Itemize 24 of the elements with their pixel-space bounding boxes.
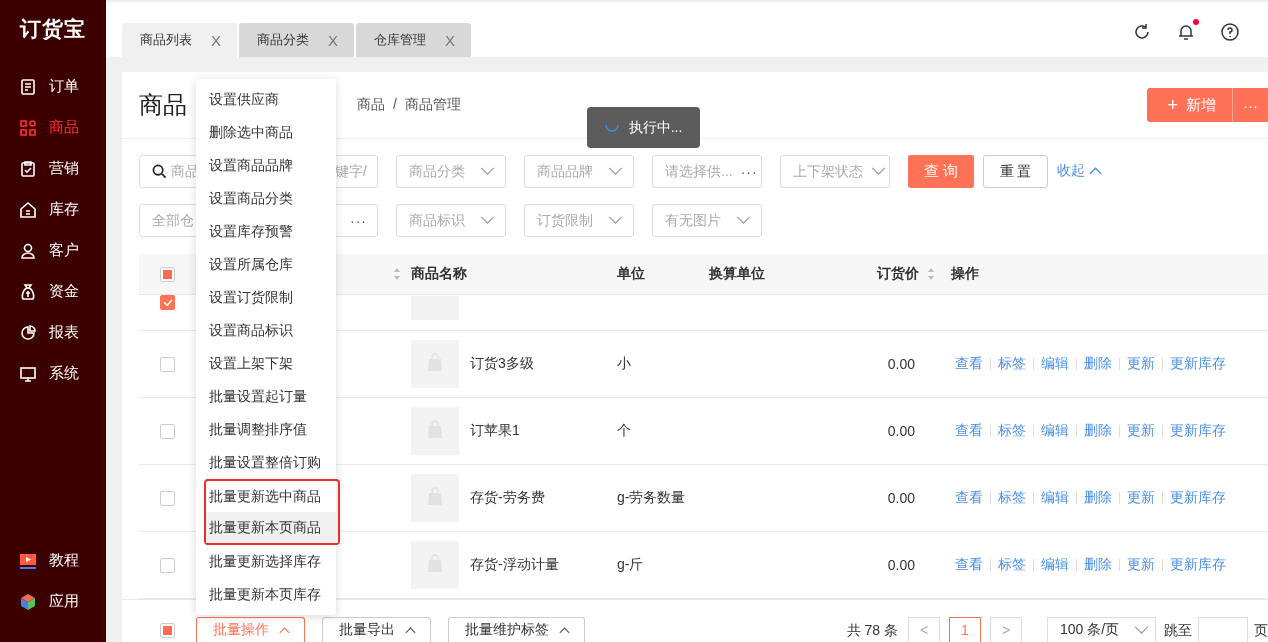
price-cell: 0.00 <box>887 423 915 439</box>
logo: 订货宝 <box>18 16 87 42</box>
jump-label: 跳至 <box>1164 621 1192 640</box>
unit-cell: 个 <box>617 422 631 438</box>
product-name: 订货3多级 <box>470 355 534 373</box>
column-header: 操作 <box>951 265 979 283</box>
column-header: 换算单位 <box>709 265 765 281</box>
price-cell: 0.00 <box>887 490 915 506</box>
column-header: 商品名称 <box>411 265 467 283</box>
price-cell: 0.00 <box>887 356 915 372</box>
loading-toast: 执行中... <box>587 107 700 148</box>
column-header: 单位 <box>617 265 645 281</box>
price-cell: 0.00 <box>887 557 915 573</box>
breadcrumb-separator: / <box>393 96 397 114</box>
unit-cell: g-斤 <box>617 556 644 572</box>
total-count: 共 78 条 <box>846 621 898 640</box>
unit-cell: 小 <box>617 355 631 371</box>
product-name: 订苹果1 <box>470 422 520 440</box>
unit-cell: g-劳务数量 <box>617 489 686 505</box>
product-name: 存货-劳务费 <box>470 489 545 507</box>
page-title: 商品 <box>139 90 188 120</box>
column-header: 订货价 <box>877 265 919 283</box>
page-unit: 页 <box>1254 621 1268 640</box>
product-name: 存货-浮动计量 <box>470 556 559 574</box>
